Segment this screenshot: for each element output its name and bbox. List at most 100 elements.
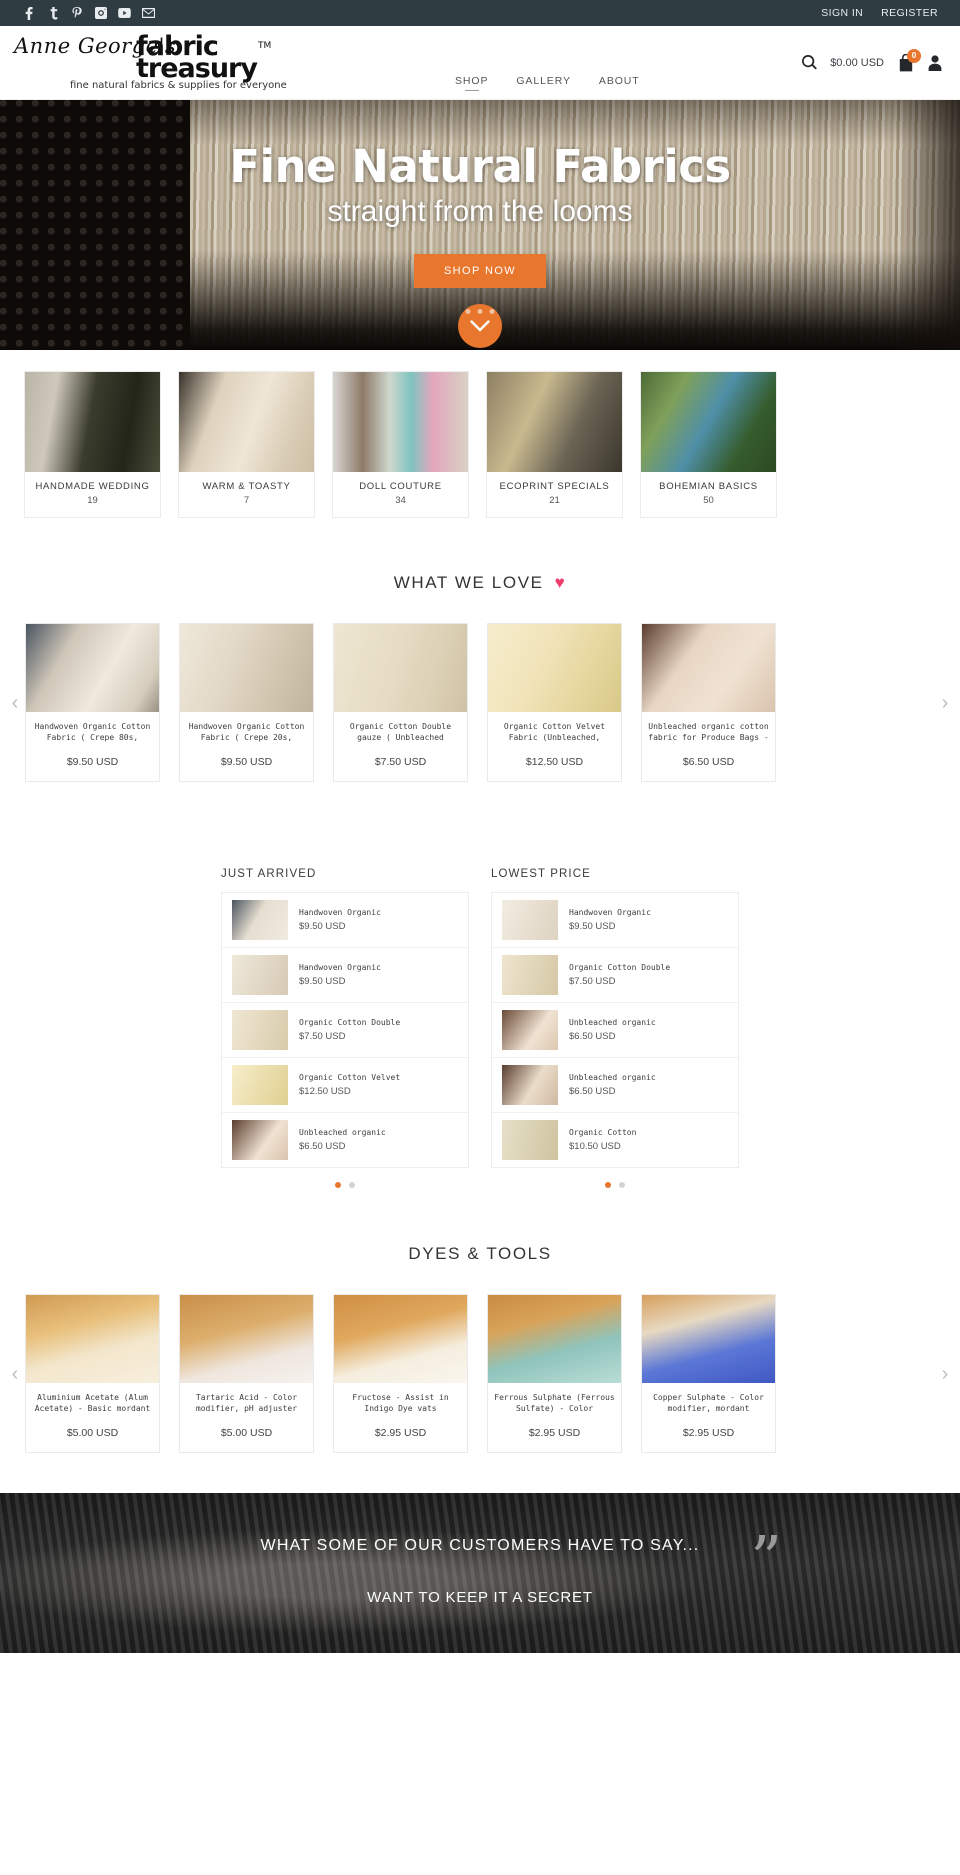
just-arrived-column: JUST ARRIVED Handwoven Organic $9.50 USD… (221, 868, 469, 1188)
list-item-price: $10.50 USD (569, 1141, 621, 1152)
list-item-name: Unbleached organic (569, 1018, 656, 1027)
list-item[interactable]: Unbleached organic $6.50 USD (222, 1113, 468, 1167)
product-card[interactable]: Handwoven Organic Cotton Fabric ( Crepe … (179, 623, 314, 782)
product-price: $2.95 USD (528, 1427, 581, 1439)
hero-slider-dots (465, 309, 495, 314)
product-card[interactable]: Fructose - Assist in Indigo Dye vats $2.… (333, 1294, 468, 1453)
youtube-icon[interactable] (118, 7, 131, 20)
list-item[interactable]: Unbleached organic $6.50 USD (492, 1003, 738, 1058)
twitter-icon[interactable] (46, 6, 59, 20)
list-item[interactable]: Organic Cotton $10.50 USD (492, 1113, 738, 1167)
product-card[interactable]: Copper Sulphate - Color modifier, mordan… (641, 1294, 776, 1453)
account-icon[interactable] (928, 54, 942, 71)
carousel-prev-icon[interactable]: ‹ (5, 693, 25, 713)
product-name: Tartaric Acid - Color modifier, pH adjus… (195, 1393, 298, 1413)
product-name: Handwoven Organic Cotton Fabric ( Crepe … (34, 722, 151, 742)
carousel-next-icon[interactable]: › (935, 693, 955, 713)
list-item[interactable]: Organic Cotton Velvet $12.50 USD (222, 1058, 468, 1113)
product-name: Fructose - Assist in Indigo Dye vats (352, 1393, 449, 1413)
account-links: SIGN IN REGISTER (821, 7, 938, 19)
list-item-image (232, 900, 288, 940)
category-image (487, 372, 622, 472)
list-item-name: Organic Cotton Double (569, 963, 671, 972)
hero-dot[interactable] (489, 309, 495, 314)
category-image (641, 372, 776, 472)
list-item-price: $6.50 USD (569, 1031, 616, 1042)
email-icon[interactable] (142, 7, 155, 20)
product-card[interactable]: Unbleached organic cotton fabric for Pro… (641, 623, 776, 782)
product-card[interactable]: Organic Cotton Velvet Fabric (Unbleached… (487, 623, 622, 782)
list-item-image (502, 1065, 558, 1105)
list-item[interactable]: Organic Cotton Double $7.50 USD (492, 948, 738, 1003)
sign-in-link[interactable]: SIGN IN (821, 7, 863, 19)
cart-icon[interactable]: 0 (897, 48, 921, 72)
pager-dot[interactable] (605, 1182, 611, 1188)
product-card[interactable]: Ferrous Sulphate (Ferrous Sulfate) - Col… (487, 1294, 622, 1453)
product-name: Organic Cotton Double gauze ( Unbleached (349, 722, 452, 742)
category-tile[interactable]: DOLL COUTURE 34 (333, 372, 468, 517)
list-item-name: Unbleached organic (299, 1128, 386, 1137)
product-image (334, 624, 467, 712)
pager-dot[interactable] (619, 1182, 625, 1188)
product-name: Unbleached organic cotton fabric for Pro… (648, 722, 769, 742)
list-item-price: $9.50 USD (299, 976, 346, 987)
list-item-image (232, 1010, 288, 1050)
product-image (26, 624, 159, 712)
nav-item-about[interactable]: ABOUT (599, 75, 640, 91)
category-tile[interactable]: ECOPRINT SPECIALS 21 (487, 372, 622, 517)
testimonial-quote: WANT TO KEEP IT A SECRET (367, 1589, 593, 1606)
section-label: DYES & TOOLS (408, 1244, 552, 1263)
lowest-price-column: LOWEST PRICE Handwoven Organic $9.50 USD… (491, 868, 739, 1188)
category-count: 21 (549, 495, 560, 506)
hero-subtitle: straight from the looms (327, 195, 633, 228)
nav-item-shop[interactable]: SHOP (455, 75, 488, 91)
product-image (488, 624, 621, 712)
product-price: $7.50 USD (374, 756, 427, 768)
list-item[interactable]: Unbleached organic $6.50 USD (492, 1058, 738, 1113)
dyes-tools-carousel: ‹ › Aluminium Acetate (Alum Acetate) - B… (0, 1294, 960, 1453)
register-link[interactable]: REGISTER (881, 7, 938, 19)
facebook-icon[interactable] (22, 6, 35, 20)
category-tile[interactable]: BOHEMIAN BASICS 50 (641, 372, 776, 517)
list-item-image (502, 955, 558, 995)
product-price: $6.50 USD (682, 756, 735, 768)
product-image (26, 1295, 159, 1383)
product-card[interactable]: Organic Cotton Double gauze ( Unbleached… (333, 623, 468, 782)
category-tiles: HANDMADE WEDDING 19 WARM & TOASTY 7 DOLL… (0, 350, 960, 517)
nav-item-gallery[interactable]: GALLERY (516, 75, 571, 91)
site-header: Anne George's fabric treasury TM fine na… (0, 26, 960, 100)
category-count: 19 (87, 495, 98, 506)
category-image (333, 372, 468, 472)
shop-now-button[interactable]: SHOP NOW (413, 254, 547, 288)
product-card[interactable]: Tartaric Acid - Color modifier, pH adjus… (179, 1294, 314, 1453)
list-item[interactable]: Organic Cotton Double $7.50 USD (222, 1003, 468, 1058)
list-item[interactable]: Handwoven Organic $9.50 USD (492, 893, 738, 948)
list-item[interactable]: Handwoven Organic $9.50 USD (222, 893, 468, 948)
category-tile[interactable]: HANDMADE WEDDING 19 (25, 372, 160, 517)
lowest-price-pager (491, 1168, 739, 1188)
just-arrived-pager (221, 1168, 469, 1188)
product-card[interactable]: Handwoven Organic Cotton Fabric ( Crepe … (25, 623, 160, 782)
pager-dot[interactable] (335, 1182, 341, 1188)
category-tile[interactable]: WARM & TOASTY 7 (179, 372, 314, 517)
lowest-price-heading: LOWEST PRICE (491, 868, 591, 880)
carousel-prev-icon[interactable]: ‹ (5, 1364, 25, 1384)
product-image (334, 1295, 467, 1383)
search-icon[interactable] (802, 55, 818, 70)
instagram-icon[interactable] (94, 7, 107, 20)
hero-dot[interactable] (465, 309, 471, 314)
list-item-name: Handwoven Organic (299, 963, 381, 972)
pager-dot[interactable] (349, 1182, 355, 1188)
main-navigation: SHOP GALLERY ABOUT (455, 75, 640, 91)
list-item-price: $7.50 USD (299, 1031, 346, 1042)
pinterest-icon[interactable] (70, 6, 83, 20)
logo[interactable]: Anne George's fabric treasury TM fine na… (0, 26, 330, 100)
carousel-next-icon[interactable]: › (935, 1364, 955, 1384)
list-item[interactable]: Handwoven Organic $9.50 USD (222, 948, 468, 1003)
product-card[interactable]: Aluminium Acetate (Alum Acetate) - Basic… (25, 1294, 160, 1453)
hero-dot[interactable] (477, 309, 483, 314)
heart-icon: ♥ (554, 573, 567, 592)
product-price: $9.50 USD (66, 756, 119, 768)
product-price: $5.00 USD (66, 1427, 119, 1439)
just-arrived-list: Handwoven Organic $9.50 USD Handwoven Or… (221, 892, 469, 1168)
